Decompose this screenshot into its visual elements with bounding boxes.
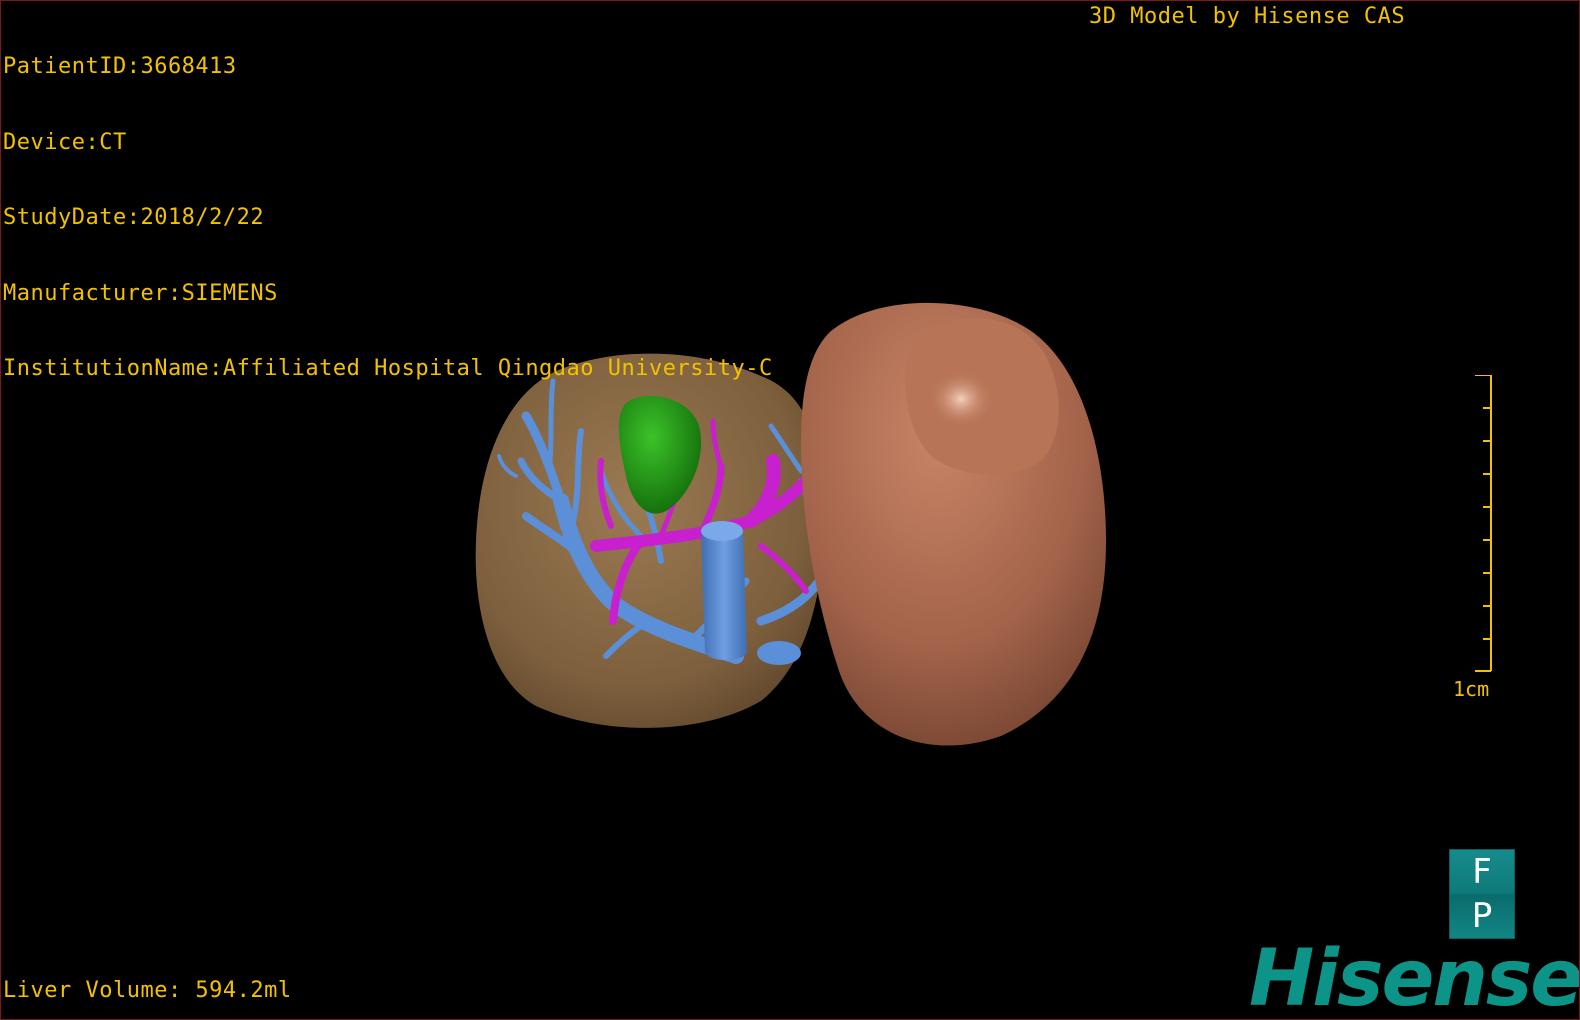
liver-volume: Liver Volume: 594.2ml	[3, 978, 292, 1003]
spleen-shape	[801, 302, 1106, 746]
device: Device:CT	[3, 129, 127, 155]
model-credit: 3D Model by Hisense CAS	[1089, 4, 1406, 29]
study-date: StudyDate:2018/2/22	[3, 205, 265, 230]
dicom-metadata: PatientID:3668413 Device:CT StudyDate:20…	[3, 4, 773, 432]
manufacturer: Manufacturer:SIEMENS	[3, 280, 278, 306]
scale-label: 1cm	[1453, 677, 1490, 701]
orientation-bottom-label: P	[1471, 896, 1493, 936]
orientation-cube[interactable]: F P	[1449, 849, 1515, 939]
hisense-logo: Hisense	[1249, 934, 1580, 1020]
scale-bar	[1475, 375, 1492, 672]
institution-name: InstitutionName:Affiliated Hospital Qing…	[3, 356, 773, 381]
patient-id: PatientID:3668413	[3, 54, 237, 79]
orientation-top-label: F	[1472, 852, 1492, 892]
3d-model-viewport[interactable]: PatientID:3668413 Device:CT StudyDate:20…	[0, 0, 1580, 1020]
